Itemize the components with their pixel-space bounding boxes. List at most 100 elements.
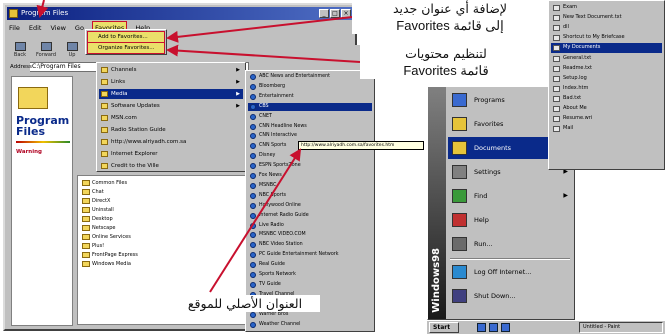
web-link-icon bbox=[250, 113, 256, 120]
favorites-item-msn[interactable]: MSN.com bbox=[99, 113, 243, 123]
file-item[interactable]: FrontPage Express bbox=[82, 252, 138, 258]
web-link-icon bbox=[250, 242, 256, 249]
submenu-arrow-icon: ▶ bbox=[236, 91, 240, 97]
file-item[interactable]: Netscape bbox=[82, 225, 115, 231]
menu-edit[interactable]: Edit bbox=[29, 22, 42, 34]
web-link-icon bbox=[250, 93, 256, 100]
link-item[interactable]: Hollywood Online bbox=[248, 202, 372, 210]
run-icon bbox=[452, 237, 467, 251]
up-button[interactable]: Up bbox=[61, 38, 83, 58]
favorites-dropdown: Add to Favorites... Organize Favorites..… bbox=[85, 29, 167, 55]
favorites-item-media[interactable]: Media ▶ bbox=[99, 89, 243, 99]
link-item[interactable]: Real Guide bbox=[248, 261, 372, 269]
start-item-help[interactable]: Help bbox=[448, 209, 572, 231]
submenu-arrow-icon: ▶ bbox=[236, 67, 240, 73]
favorites-item-alriyadh[interactable]: http://www.alriyadh.com.sa bbox=[99, 137, 243, 147]
document-item[interactable]: General.txt bbox=[551, 54, 662, 64]
document-item[interactable]: dll bbox=[551, 23, 662, 33]
file-item[interactable]: Chat bbox=[82, 189, 104, 195]
favorites-item-software-updates[interactable]: Software Updates ▶ bbox=[99, 101, 243, 111]
link-item[interactable]: TV Guide bbox=[248, 281, 372, 289]
favorites-item-links[interactable]: Links ▶ bbox=[99, 77, 243, 87]
file-item[interactable]: DirectX bbox=[82, 198, 110, 204]
file-item[interactable]: Uninstall bbox=[82, 207, 114, 213]
document-item[interactable]: Shortcut to My Briefcase bbox=[551, 33, 662, 43]
start-item-shut-down[interactable]: Shut Down... bbox=[448, 285, 572, 307]
folder-icon bbox=[101, 103, 108, 109]
ie-icon[interactable] bbox=[477, 323, 486, 332]
link-item[interactable]: Live Radio bbox=[248, 222, 372, 230]
document-icon bbox=[553, 35, 560, 42]
outlook-icon[interactable] bbox=[489, 323, 498, 332]
document-item[interactable]: My Documents bbox=[551, 43, 662, 53]
favorites-item-credit[interactable]: Credit to the Ville bbox=[99, 161, 243, 171]
document-item[interactable]: About Me bbox=[551, 104, 662, 114]
folder-icon bbox=[82, 225, 90, 231]
link-item[interactable]: MSNBC bbox=[248, 182, 372, 190]
organize-favorites-item[interactable]: Organize Favorites... bbox=[87, 42, 165, 54]
menu-file[interactable]: File bbox=[9, 22, 20, 34]
submenu-arrow-icon: ▶ bbox=[236, 103, 240, 109]
link-item[interactable]: ESPN SportsZone bbox=[248, 162, 372, 170]
web-link-icon bbox=[250, 173, 256, 179]
minimize-icon[interactable]: _ bbox=[319, 9, 329, 18]
document-item[interactable]: Bad.txt bbox=[551, 94, 662, 104]
submenu-arrow-icon: ▶ bbox=[563, 192, 568, 199]
heading-rule bbox=[16, 141, 70, 143]
link-item[interactable]: MSNBC VIDEO.COM bbox=[248, 231, 372, 239]
address-value: C:\Program Files bbox=[32, 63, 81, 70]
desktop-icon[interactable] bbox=[501, 323, 510, 332]
menu-view[interactable]: View bbox=[50, 22, 65, 34]
web-link-icon bbox=[250, 133, 256, 140]
file-item[interactable]: Plus! bbox=[82, 243, 104, 249]
link-item[interactable]: CNN Headline News bbox=[248, 123, 372, 131]
file-item[interactable]: Common Files bbox=[82, 180, 127, 186]
favorites-item-radio-guide[interactable]: Radio Station Guide bbox=[99, 125, 243, 135]
document-item[interactable]: Index.htm bbox=[551, 84, 662, 94]
link-item[interactable]: NBC Video Station bbox=[248, 241, 372, 249]
add-to-favorites-item[interactable]: Add to Favorites... bbox=[87, 31, 165, 43]
favorites-item-internet-explorer[interactable]: Internet Explorer bbox=[99, 149, 243, 159]
document-item[interactable]: Mail bbox=[551, 124, 662, 134]
document-item[interactable]: New Text Document.txt bbox=[551, 13, 662, 23]
link-item[interactable]: ABC News and Entertainment bbox=[248, 73, 372, 81]
start-item-find[interactable]: Find ▶ bbox=[448, 185, 572, 207]
document-icon bbox=[553, 126, 560, 133]
document-item[interactable]: Readme.txt bbox=[551, 64, 662, 74]
link-item[interactable]: Entertainment bbox=[248, 93, 372, 101]
annotation-origin: العنوان الأصلي للموقع bbox=[170, 295, 320, 312]
start-item-log-off-internet[interactable]: Log Off Internet... bbox=[448, 261, 572, 283]
link-item[interactable]: Weather Channel bbox=[248, 321, 372, 329]
file-item[interactable]: Windows Media bbox=[82, 261, 131, 267]
document-item[interactable]: Resume.wri bbox=[551, 114, 662, 124]
file-item[interactable]: Desktop bbox=[82, 216, 113, 222]
close-icon[interactable]: × bbox=[341, 9, 351, 18]
document-item[interactable]: Setup.log bbox=[551, 74, 662, 84]
menu-go[interactable]: Go bbox=[75, 22, 84, 34]
start-button[interactable]: Start bbox=[429, 322, 459, 333]
link-item[interactable]: Disney bbox=[248, 152, 372, 160]
document-item[interactable]: Exam bbox=[551, 3, 662, 13]
link-item[interactable]: CBS bbox=[248, 102, 372, 111]
link-item[interactable]: CNN Interactive bbox=[248, 132, 372, 140]
link-icon bbox=[101, 115, 108, 121]
maximize-icon[interactable]: □ bbox=[330, 9, 340, 18]
link-item[interactable]: Fox News bbox=[248, 172, 372, 180]
link-item[interactable]: Bloomberg bbox=[248, 83, 372, 91]
programs-icon bbox=[452, 93, 467, 107]
forward-button[interactable]: Forward bbox=[35, 38, 57, 58]
window-titlebar[interactable]: Program Files _ □ × bbox=[7, 7, 353, 20]
url-tooltip: http://www.alriyadh.com.sa/favorites.htm bbox=[298, 141, 424, 150]
link-item[interactable]: Sports Network bbox=[248, 271, 372, 279]
back-icon bbox=[14, 42, 26, 51]
link-item[interactable]: Internet Radio Guide bbox=[248, 212, 372, 220]
web-link-icon bbox=[250, 123, 256, 130]
link-item[interactable]: CNET bbox=[248, 113, 372, 121]
link-item[interactable]: PC Guide Entertainment Network bbox=[248, 251, 372, 259]
file-item[interactable]: Online Services bbox=[82, 234, 131, 240]
start-item-run[interactable]: Run... bbox=[448, 233, 572, 255]
link-item[interactable]: NBC Sports bbox=[248, 192, 372, 200]
taskbar-task[interactable]: Untitled - Paint bbox=[579, 322, 663, 333]
favorites-item-channels[interactable]: Channels ▶ bbox=[99, 65, 243, 75]
back-button[interactable]: Back bbox=[9, 38, 31, 58]
